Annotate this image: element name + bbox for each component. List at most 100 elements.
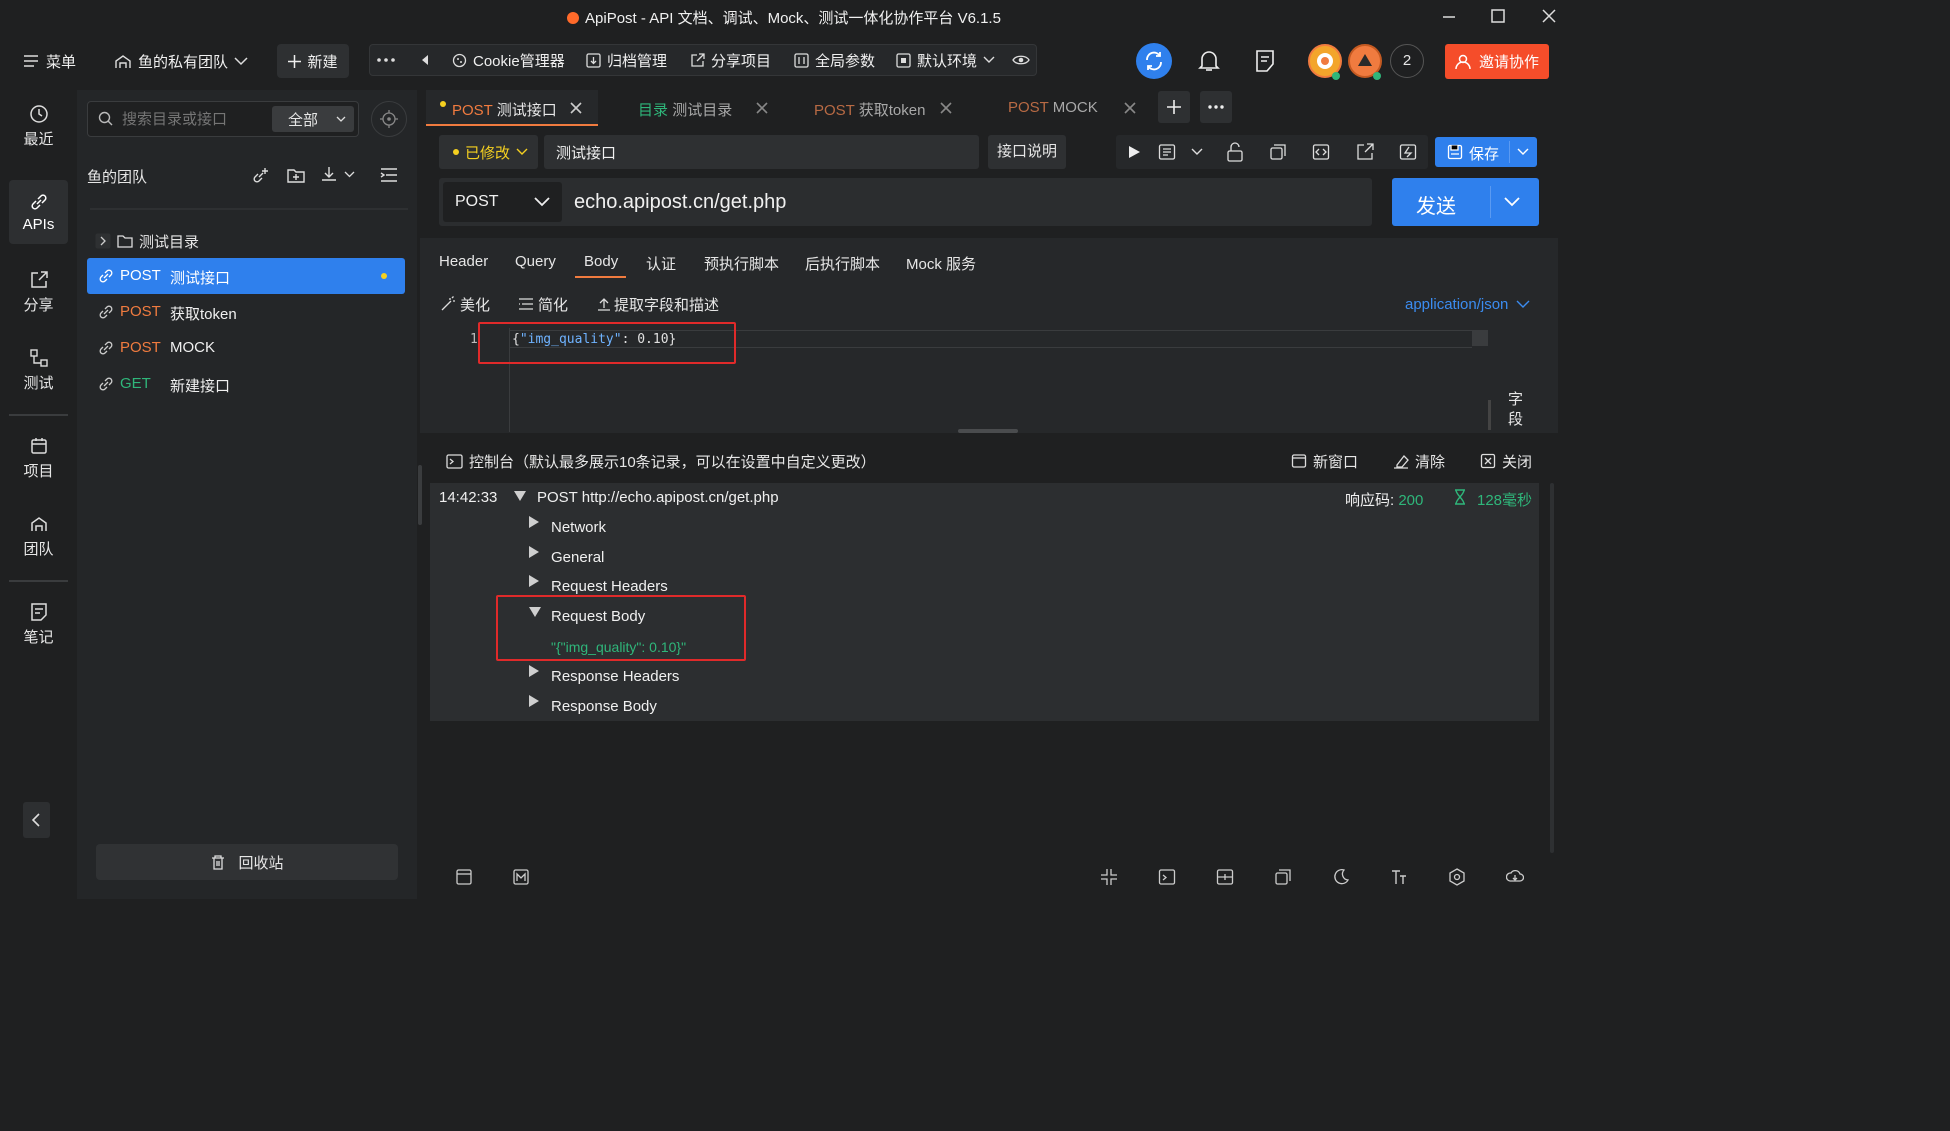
- console-close-button[interactable]: 关闭: [1480, 451, 1532, 471]
- sidebar-item-mock[interactable]: POST MOCK: [87, 330, 405, 366]
- expand-triangle-icon[interactable]: [529, 516, 539, 528]
- team-selector[interactable]: 鱼的私有团队: [114, 50, 248, 72]
- font-size-icon[interactable]: [1390, 868, 1408, 886]
- rail-share[interactable]: 分享: [0, 270, 77, 315]
- section-response-body[interactable]: Response Body: [551, 698, 657, 715]
- method-select[interactable]: POST: [443, 182, 562, 222]
- rail-project[interactable]: 项目: [0, 436, 77, 481]
- unlock-icon[interactable]: [1226, 142, 1244, 162]
- new-button[interactable]: 新建: [277, 44, 349, 78]
- chevron-down-icon[interactable]: [1191, 147, 1203, 157]
- doc-preview-icon[interactable]: [1158, 143, 1176, 161]
- tab-get-token[interactable]: POST 获取token: [788, 90, 960, 126]
- subtab-pre-script[interactable]: 预执行脚本: [704, 253, 779, 274]
- tab-more-button[interactable]: [1200, 91, 1232, 123]
- close-window-button[interactable]: [1537, 6, 1561, 26]
- subtab-body[interactable]: Body: [584, 253, 618, 270]
- section-request-headers[interactable]: Request Headers: [551, 578, 668, 595]
- new-api-icon[interactable]: [252, 166, 270, 184]
- collapse-rail-button[interactable]: [23, 802, 50, 838]
- folder-row[interactable]: 测试目录: [95, 231, 395, 251]
- extract-fields-button[interactable]: 提取字段和描述: [596, 294, 719, 314]
- invite-button[interactable]: 邀请协作: [1445, 44, 1549, 79]
- locate-button[interactable]: [371, 101, 407, 137]
- cloud-download-icon[interactable]: [1506, 868, 1524, 886]
- collapse-icon[interactable]: [1100, 868, 1118, 886]
- subtab-query[interactable]: Query: [515, 253, 556, 270]
- maximize-button[interactable]: [1486, 6, 1510, 26]
- search-input[interactable]: [122, 106, 267, 132]
- subtab-post-script[interactable]: 后执行脚本: [805, 253, 880, 274]
- rail-recent[interactable]: 最近: [0, 104, 77, 149]
- rail-test[interactable]: 测试: [0, 348, 77, 393]
- editor-scrollbar[interactable]: [1488, 400, 1491, 430]
- sync-button[interactable]: [1136, 43, 1172, 79]
- expand-triangle-icon[interactable]: [529, 546, 539, 558]
- split-view-icon[interactable]: [1216, 868, 1234, 886]
- share-icon[interactable]: [1356, 143, 1374, 161]
- tab-test-api[interactable]: POST 测试接口: [426, 90, 598, 126]
- expand-triangle-icon[interactable]: [529, 575, 539, 587]
- moon-icon[interactable]: [1332, 868, 1350, 886]
- sidebar-item-get-token[interactable]: POST 获取token: [87, 294, 405, 330]
- rail-apis[interactable]: APIs: [0, 192, 77, 233]
- more-icon[interactable]: [376, 50, 396, 70]
- filter-select[interactable]: 全部: [272, 106, 354, 132]
- markdown-icon[interactable]: [512, 868, 530, 886]
- url-input[interactable]: [568, 182, 1358, 222]
- rail-notes[interactable]: 笔记: [0, 602, 77, 647]
- save-button[interactable]: 保存: [1435, 137, 1537, 167]
- panel-resize-handle[interactable]: [958, 429, 1018, 433]
- play-icon[interactable]: [1125, 143, 1143, 161]
- code-icon[interactable]: [1312, 143, 1330, 161]
- sidebar-resize-handle[interactable]: [418, 465, 422, 525]
- environment-selector[interactable]: 默认环境: [896, 49, 995, 71]
- close-icon[interactable]: [1124, 102, 1136, 114]
- console-new-window-button[interactable]: 新窗口: [1291, 451, 1358, 471]
- new-folder-icon[interactable]: [287, 166, 305, 184]
- settings-icon[interactable]: [1448, 868, 1466, 886]
- rail-team[interactable]: 团队: [0, 514, 77, 559]
- panel-layout-icon[interactable]: [455, 868, 473, 886]
- trash-button[interactable]: 回收站: [96, 844, 398, 880]
- eye-icon[interactable]: [1012, 52, 1030, 68]
- collapse-triangle-icon[interactable]: [514, 491, 526, 501]
- api-doc-button[interactable]: 接口说明: [988, 135, 1066, 169]
- terminal-icon[interactable]: [1158, 868, 1176, 886]
- import-button[interactable]: [320, 164, 360, 184]
- api-name-input[interactable]: [544, 135, 979, 169]
- notes-icon[interactable]: [1254, 49, 1276, 73]
- simplify-button[interactable]: 简化: [518, 294, 568, 314]
- expand-triangle-icon[interactable]: [529, 695, 539, 707]
- subtab-mock[interactable]: Mock 服务: [906, 253, 976, 274]
- subtab-header[interactable]: Header: [439, 253, 488, 270]
- section-response-headers[interactable]: Response Headers: [551, 668, 679, 685]
- section-network[interactable]: Network: [551, 519, 606, 536]
- minimize-button[interactable]: [1437, 6, 1461, 26]
- copy-icon[interactable]: [1269, 143, 1287, 161]
- close-icon[interactable]: [570, 102, 582, 114]
- chevron-down-icon[interactable]: [1504, 197, 1520, 207]
- tab-test-folder[interactable]: 目录 测试目录: [612, 90, 784, 126]
- content-type-select[interactable]: application/json: [1405, 295, 1530, 313]
- field-panel-toggle[interactable]: 字段: [1508, 390, 1524, 430]
- chevron-down-icon[interactable]: [1517, 148, 1529, 156]
- scroll-left-icon[interactable]: [418, 52, 432, 68]
- copy-icon[interactable]: [1274, 868, 1292, 886]
- console-clear-button[interactable]: 清除: [1393, 451, 1445, 471]
- sidebar-item-new-api[interactable]: GET 新建接口: [87, 366, 405, 402]
- tab-mock[interactable]: POST MOCK: [982, 90, 1142, 126]
- section-general[interactable]: General: [551, 549, 604, 566]
- mock-icon[interactable]: [1399, 143, 1417, 161]
- expand-triangle-icon[interactable]: [529, 665, 539, 677]
- close-icon[interactable]: [756, 102, 768, 114]
- cookie-manager-button[interactable]: Cookie管理器: [452, 49, 565, 71]
- modified-status[interactable]: 已修改: [439, 135, 538, 169]
- notification-bell-icon[interactable]: [1198, 49, 1220, 73]
- close-icon[interactable]: [940, 102, 952, 114]
- console-scrollbar[interactable]: [1550, 483, 1554, 853]
- beautify-button[interactable]: 美化: [440, 294, 490, 314]
- send-button[interactable]: 发送: [1392, 178, 1539, 226]
- global-params-button[interactable]: 全局参数: [794, 49, 875, 71]
- add-tab-button[interactable]: [1158, 91, 1190, 123]
